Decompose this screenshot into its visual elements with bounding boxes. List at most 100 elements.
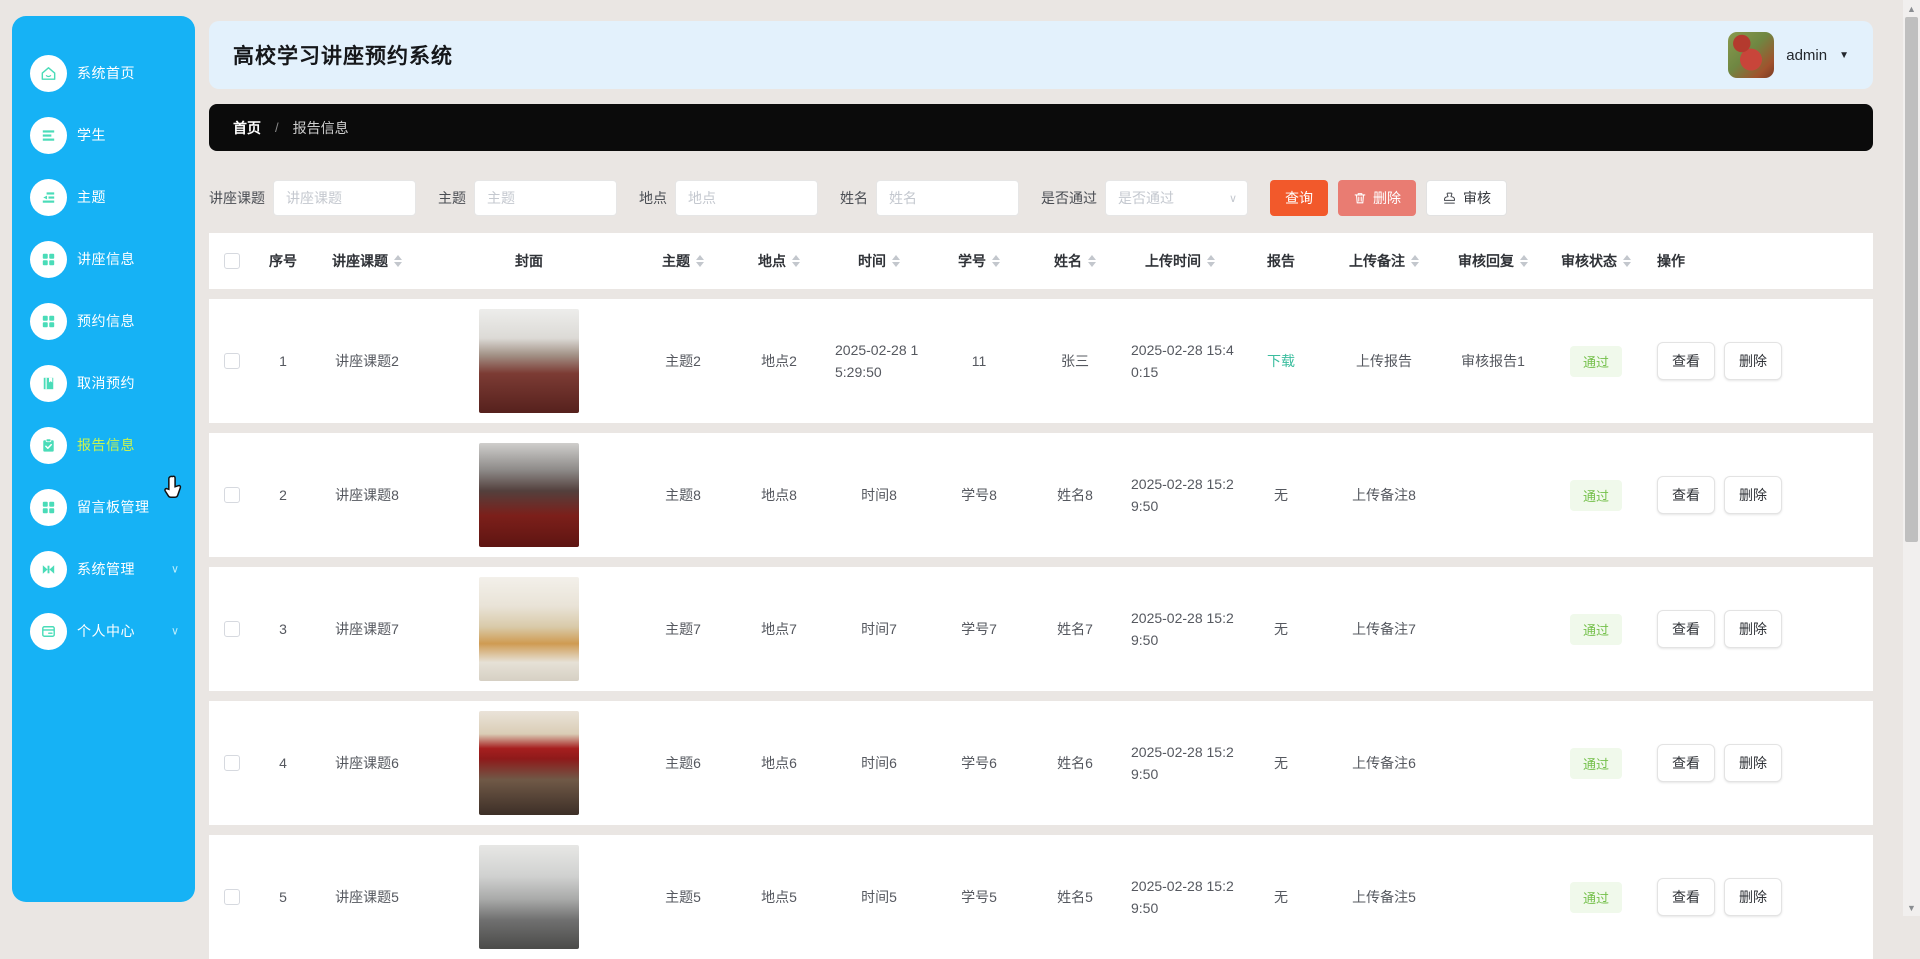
- row-remark: 上传备注6: [1352, 755, 1416, 771]
- row-checkbox[interactable]: [224, 755, 240, 771]
- column-header-reply[interactable]: 审核回复: [1443, 247, 1543, 275]
- row-place: 地点8: [761, 487, 797, 503]
- row-upload-time: 2025-02-28 15:29:50: [1131, 476, 1234, 514]
- status-badge: 通过: [1569, 479, 1622, 511]
- top-header: 高校学习讲座预约系统 admin ▼: [209, 21, 1873, 89]
- column-header-lecture-title[interactable]: 讲座课题: [311, 247, 423, 275]
- sidebar-item-label: 留言板管理: [77, 499, 150, 515]
- lecture-cover-image: [479, 711, 579, 815]
- sort-icon[interactable]: [696, 255, 704, 267]
- sidebar-item-topics[interactable]: 主题: [12, 166, 195, 228]
- audit-button-label: 审核: [1463, 190, 1491, 206]
- column-header-topic[interactable]: 主题: [635, 247, 731, 275]
- sidebar-item-label: 主题: [77, 189, 106, 205]
- row-student-no: 学号8: [961, 487, 997, 503]
- column-header-name[interactable]: 姓名: [1027, 247, 1123, 275]
- view-button[interactable]: 查看: [1657, 342, 1715, 380]
- row-delete-button[interactable]: 删除: [1724, 342, 1782, 380]
- row-seq: 2: [279, 487, 287, 503]
- view-button[interactable]: 查看: [1657, 610, 1715, 648]
- clipboard-check-icon: [30, 426, 67, 464]
- row-upload-time: 2025-02-28 15:40:15: [1131, 342, 1234, 380]
- column-header-upload-time[interactable]: 上传时间: [1123, 247, 1237, 275]
- sidebar-item-lectures[interactable]: 讲座信息: [12, 228, 195, 290]
- sidebar-item-cancel-reservation[interactable]: 取消预约: [12, 352, 195, 414]
- name-filter-input[interactable]: [876, 180, 1019, 216]
- page-scrollbar[interactable]: ▲ ▼: [1903, 0, 1920, 916]
- sidebar-item-reservations[interactable]: 预约信息: [12, 290, 195, 352]
- audit-button[interactable]: 审核: [1426, 180, 1507, 216]
- row-reply: [1443, 759, 1543, 767]
- row-checkbox[interactable]: [224, 621, 240, 637]
- sort-icon[interactable]: [792, 255, 800, 267]
- place-filter-input[interactable]: [675, 180, 818, 216]
- name-filter-label: 姓名: [840, 190, 868, 206]
- download-report-link[interactable]: 下载: [1267, 351, 1295, 371]
- sidebar-item-students[interactable]: 学生: [12, 104, 195, 166]
- topic-filter-input[interactable]: [474, 180, 617, 216]
- user-menu[interactable]: admin ▼: [1728, 32, 1857, 78]
- query-button[interactable]: 查询: [1270, 180, 1328, 216]
- row-topic: 主题6: [665, 755, 701, 771]
- sort-icon[interactable]: [892, 255, 900, 267]
- sort-icon[interactable]: [1207, 255, 1215, 267]
- pass-filter-label: 是否通过: [1041, 190, 1097, 206]
- row-place: 地点6: [761, 755, 797, 771]
- settings-icon: [30, 550, 67, 588]
- filter-bar: 讲座课题 主题 地点 姓名 是否通过 是否通过 ∨ 查询 删除 审核: [209, 180, 1873, 216]
- grid-icon: [30, 240, 67, 278]
- row-delete-button[interactable]: 删除: [1724, 744, 1782, 782]
- row-checkbox[interactable]: [224, 889, 240, 905]
- row-reply: 审核报告1: [1461, 353, 1525, 369]
- scroll-down-arrow-icon[interactable]: ▼: [1903, 899, 1920, 916]
- column-header-place[interactable]: 地点: [731, 247, 827, 275]
- sort-icon[interactable]: [1088, 255, 1096, 267]
- grid-icon: [30, 488, 67, 526]
- column-header-status[interactable]: 审核状态: [1543, 247, 1649, 275]
- row-topic: 主题7: [665, 621, 701, 637]
- sort-icon[interactable]: [1411, 255, 1419, 267]
- stamp-icon: [1444, 192, 1455, 204]
- sidebar-item-home[interactable]: 系统首页: [12, 42, 195, 104]
- row-reply: [1443, 625, 1543, 633]
- column-header-remark[interactable]: 上传备注: [1325, 247, 1443, 275]
- user-avatar[interactable]: [1728, 32, 1775, 78]
- sidebar-item-personal-center[interactable]: 个人中心 ∨: [12, 600, 195, 662]
- scrollbar-thumb[interactable]: [1905, 17, 1918, 542]
- row-time: 2025-02-28 15:29:50: [835, 342, 919, 380]
- lecture-title-filter-input[interactable]: [273, 180, 416, 216]
- sidebar-item-system-management[interactable]: 系统管理 ∨: [12, 538, 195, 600]
- sidebar-item-message-board[interactable]: 留言板管理: [12, 476, 195, 538]
- view-button[interactable]: 查看: [1657, 878, 1715, 916]
- sort-icon[interactable]: [1520, 255, 1528, 267]
- row-reply: [1443, 491, 1543, 499]
- pass-filter-select[interactable]: 是否通过 ∨: [1105, 180, 1248, 216]
- row-report: 无: [1274, 889, 1288, 905]
- row-checkbox[interactable]: [224, 487, 240, 503]
- sidebar-item-label: 系统首页: [77, 65, 135, 81]
- sidebar-item-label: 个人中心: [77, 623, 135, 639]
- row-place: 地点2: [761, 353, 797, 369]
- breadcrumb-home-link[interactable]: 首页: [233, 118, 261, 138]
- sort-icon[interactable]: [992, 255, 1000, 267]
- sort-icon[interactable]: [1623, 255, 1631, 267]
- chevron-down-icon: ∨: [170, 625, 179, 638]
- column-header-student-no[interactable]: 学号: [931, 247, 1027, 275]
- scroll-up-arrow-icon[interactable]: ▲: [1903, 0, 1920, 17]
- row-delete-button[interactable]: 删除: [1724, 878, 1782, 916]
- view-button[interactable]: 查看: [1657, 744, 1715, 782]
- row-lecture-title: 讲座课题2: [335, 353, 399, 369]
- topic-list-icon: [30, 178, 67, 216]
- page-title: 高校学习讲座预约系统: [233, 45, 453, 68]
- delete-button[interactable]: 删除: [1338, 180, 1416, 216]
- sort-icon[interactable]: [394, 255, 402, 267]
- row-delete-button[interactable]: 删除: [1724, 610, 1782, 648]
- row-delete-button[interactable]: 删除: [1724, 476, 1782, 514]
- sidebar-item-reports[interactable]: 报告信息: [12, 414, 195, 476]
- id-card-icon: [30, 612, 67, 650]
- column-header-time[interactable]: 时间: [827, 247, 931, 275]
- chevron-down-icon: ∨: [170, 563, 179, 576]
- row-checkbox[interactable]: [224, 353, 240, 369]
- view-button[interactable]: 查看: [1657, 476, 1715, 514]
- select-all-checkbox[interactable]: [224, 253, 240, 269]
